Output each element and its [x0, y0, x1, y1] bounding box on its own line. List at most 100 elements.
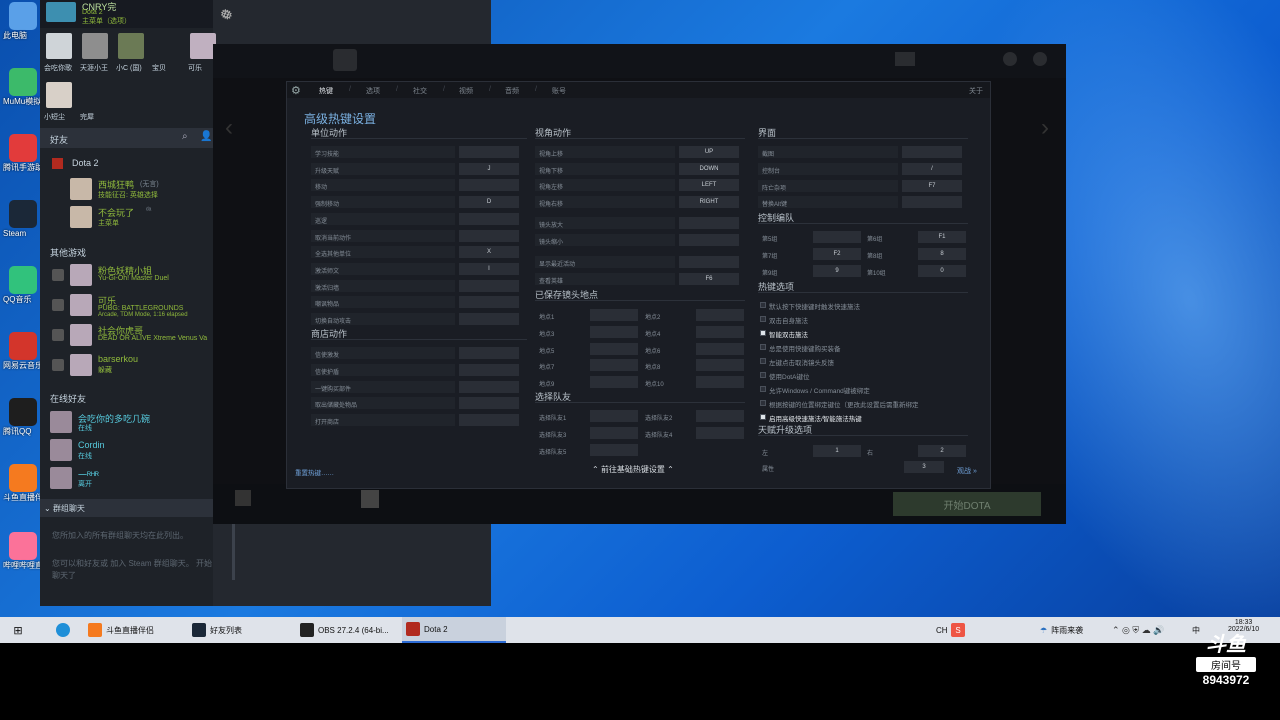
hotkey-input[interactable]: 3	[904, 461, 944, 473]
dota-logo-icon[interactable]	[333, 49, 357, 71]
desktop-icon[interactable]: 斗鱼直播伴侣	[3, 464, 51, 502]
hotkey-input[interactable]	[696, 410, 744, 422]
option-checkbox[interactable]	[760, 302, 766, 308]
hotkey-input[interactable]	[459, 363, 519, 376]
friend-avatar[interactable]	[70, 294, 92, 316]
friend-avatar[interactable]	[46, 82, 72, 108]
hotkey-input[interactable]: UP	[679, 146, 739, 158]
clock[interactable]: 18:33 2022/6/10	[1228, 619, 1259, 633]
settings-gear-icon[interactable]: ⚙	[220, 7, 231, 21]
hotkey-input[interactable]	[696, 359, 744, 372]
option-label[interactable]: 使用DotA键位	[769, 371, 809, 381]
friend-avatar[interactable]	[70, 324, 92, 346]
hotkey-input[interactable]	[813, 231, 861, 243]
desktop-icon[interactable]: 腾讯QQ	[3, 398, 43, 436]
hotkey-input[interactable]	[459, 296, 519, 309]
hotkey-input[interactable]: F6	[679, 273, 739, 285]
friend-avatar[interactable]	[82, 82, 108, 108]
option-label[interactable]: 根据按键的位置绑定键位（更改此设置后需重新绑定	[769, 399, 919, 409]
option-label[interactable]: 启用高级快速施法/智能施法热键	[769, 413, 862, 423]
friend-avatar[interactable]	[70, 354, 92, 376]
option-checkbox[interactable]	[760, 358, 766, 364]
ime-indicator[interactable]: CH	[936, 617, 948, 643]
friend-avatar[interactable]	[154, 33, 180, 59]
power-icon[interactable]	[1033, 52, 1047, 66]
option-checkbox[interactable]	[760, 330, 766, 336]
option-label[interactable]: 左键点击取消镜头反馈	[769, 357, 834, 367]
play-dota-button[interactable]: 开始DOTA	[893, 492, 1041, 516]
option-label[interactable]: 默认按下快捷键时触发快速施法	[769, 301, 860, 311]
hotkey-input[interactable]: DOWN	[679, 163, 739, 175]
taskbar-item[interactable]: OBS 27.2.4 (64-bi...	[296, 617, 396, 643]
hotkey-input[interactable]	[459, 397, 519, 410]
close-link[interactable]: 观战 »	[957, 466, 977, 476]
hotkey-input[interactable]: X	[459, 246, 519, 259]
desktop-icon[interactable]: 哔哩哔哩直播工具	[3, 532, 67, 570]
hotkey-input[interactable]	[590, 426, 638, 439]
hotkey-input[interactable]	[679, 234, 739, 246]
basic-hotkeys-link[interactable]: ⌃ 前往基础热键设置 ⌃	[592, 464, 674, 475]
hotkey-input[interactable]: D	[459, 196, 519, 209]
friend-avatar[interactable]	[70, 178, 92, 200]
desktop-icon[interactable]: Steam	[3, 200, 43, 238]
tray-icons[interactable]: ⌃ ◎ ⛨ ☁ 🔊	[1112, 617, 1164, 643]
friends-search-bar[interactable]: 好友 ⌕ 👤	[40, 128, 213, 148]
left-arrow-icon[interactable]: ‹	[225, 114, 233, 142]
edge-icon[interactable]	[52, 617, 74, 643]
hotkey-input[interactable]: F7	[902, 179, 962, 192]
hotkey-input[interactable]: 8	[918, 247, 966, 260]
hotkey-input[interactable]	[696, 325, 744, 338]
tab-2[interactable]: 社交	[413, 86, 427, 96]
hotkey-input[interactable]	[679, 256, 739, 268]
option-label[interactable]: 智能双击施法	[769, 329, 808, 339]
search-icon[interactable]: ⌕	[182, 131, 188, 142]
option-label[interactable]: 双击自身施法	[769, 315, 808, 325]
friend-name[interactable]: barserkou	[98, 354, 138, 364]
hotkey-input[interactable]	[459, 212, 519, 225]
hotkey-input[interactable]: 1	[813, 445, 861, 457]
weather-widget[interactable]: ☂ 阵雨来袭	[1040, 617, 1083, 643]
desktop-icon[interactable]: 此电脑	[3, 2, 43, 40]
tab-1[interactable]: 选项	[366, 86, 380, 96]
settings-icon[interactable]	[1003, 52, 1017, 66]
hotkey-input[interactable]	[459, 313, 519, 325]
hotkey-input[interactable]: RIGHT	[679, 196, 739, 208]
hotkey-input[interactable]: I	[459, 262, 519, 275]
friend-avatar[interactable]	[50, 467, 72, 489]
option-checkbox[interactable]	[760, 400, 766, 406]
hotkey-input[interactable]	[590, 376, 638, 389]
hotkey-input[interactable]	[459, 380, 519, 393]
desktop-icon[interactable]: 腾讯手游助手	[3, 134, 51, 172]
group-chat-header[interactable]: ⌄ 群组聊天	[40, 499, 213, 517]
friend-avatar[interactable]	[50, 439, 72, 461]
option-label[interactable]: 允许Windows / Command键被绑定	[769, 385, 870, 395]
taskbar-item[interactable]: 斗鱼直播伴侣	[84, 617, 184, 643]
chat-icon[interactable]	[235, 490, 251, 506]
friend-name[interactable]: Cordin	[78, 440, 105, 450]
add-friend-icon[interactable]: 👤	[200, 131, 212, 142]
tab-4[interactable]: 音频	[505, 86, 519, 96]
hotkey-input[interactable]: 2	[918, 445, 966, 457]
right-arrow-icon[interactable]: ›	[1041, 114, 1049, 142]
hotkey-input[interactable]	[590, 342, 638, 355]
option-checkbox[interactable]	[760, 372, 766, 378]
hotkey-input[interactable]	[590, 410, 638, 422]
hotkey-input[interactable]	[590, 325, 638, 338]
hotkey-input[interactable]	[679, 217, 739, 229]
shard-icon[interactable]	[895, 52, 915, 66]
tab-0[interactable]: 热键	[319, 86, 333, 96]
taskbar-item[interactable]: Dota 2	[402, 617, 506, 643]
option-checkbox[interactable]	[760, 414, 766, 420]
reset-hotkeys-link[interactable]: 重置热键……	[295, 467, 334, 477]
desktop-icon[interactable]: QQ音乐	[3, 266, 43, 304]
hotkey-input[interactable]	[696, 426, 744, 439]
user-avatar[interactable]	[46, 2, 76, 22]
desktop-icon[interactable]: 网易云音乐	[3, 332, 43, 370]
hotkey-input[interactable]	[590, 443, 638, 456]
hotkey-input[interactable]: /	[902, 162, 962, 175]
option-checkbox[interactable]	[760, 316, 766, 322]
start-button[interactable]: ⊞	[8, 617, 28, 643]
hotkey-input[interactable]	[459, 146, 519, 158]
hotkey-input[interactable]	[902, 196, 962, 209]
friend-avatar[interactable]	[82, 33, 108, 59]
